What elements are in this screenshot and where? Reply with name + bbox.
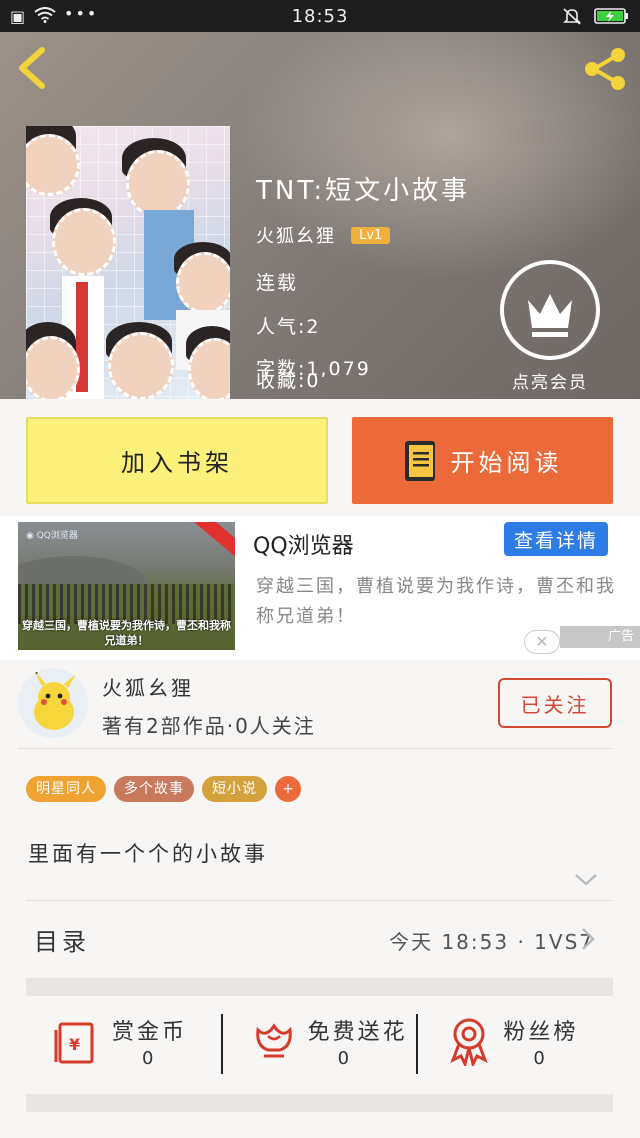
tag-item[interactable]: 短小说 bbox=[202, 776, 267, 802]
share-button[interactable] bbox=[580, 44, 630, 94]
book-status: 连载 bbox=[256, 272, 299, 294]
divider bbox=[416, 1014, 418, 1074]
ad-title: QQ浏览器 bbox=[253, 534, 354, 559]
book-icon bbox=[404, 440, 435, 481]
ad-close-button[interactable]: ✕ bbox=[524, 630, 560, 654]
red-envelope-icon: ¥ bbox=[54, 1022, 94, 1064]
toc-latest-chapter: 今天 18:53 · 1VS7 bbox=[389, 930, 594, 954]
ad-details-button[interactable]: 查看详情 bbox=[504, 522, 608, 556]
book-favorites: 收藏:0 bbox=[256, 370, 321, 392]
medal-icon bbox=[450, 1018, 489, 1066]
reward-count: 0 bbox=[142, 1048, 154, 1069]
reward-label: 赏金币 bbox=[112, 1020, 188, 1045]
back-button[interactable] bbox=[14, 46, 54, 90]
chevron-right-icon bbox=[582, 928, 595, 950]
book-cover[interactable] bbox=[26, 126, 230, 399]
add-to-shelf-button[interactable]: 加入书架 bbox=[26, 417, 328, 504]
ad-image[interactable]: ◉ QQ浏览器 穿越三国，曹植说要为我作诗，曹丕和我称兄道弟！ bbox=[18, 522, 235, 650]
start-reading-label: 开始阅读 bbox=[450, 449, 563, 477]
book-title: TNT:短文小故事 bbox=[256, 176, 471, 206]
author-stats: 著有2部作品·0人关注 bbox=[102, 714, 316, 738]
fan-ranking-button[interactable]: 粉丝榜 0 bbox=[417, 998, 613, 1090]
tag-item[interactable]: 明星同人 bbox=[26, 776, 106, 802]
ad-image-caption: 穿越三国，曹植说要为我作诗，曹丕和我称兄道弟！ bbox=[22, 619, 231, 647]
status-bar: ▣ ••• 18:53 bbox=[0, 0, 640, 32]
expand-summary-button[interactable] bbox=[574, 872, 598, 891]
follow-button[interactable]: 已关注 bbox=[498, 678, 612, 728]
mute-bell-icon bbox=[562, 7, 582, 29]
book-author-row[interactable]: 火狐幺狸 Lv1 bbox=[256, 222, 391, 248]
status-time: 18:53 bbox=[291, 6, 349, 27]
svg-text:¥: ¥ bbox=[69, 1035, 80, 1054]
add-tag-button[interactable]: + bbox=[275, 776, 301, 802]
reward-coins-button[interactable]: ¥ 赏金币 0 bbox=[26, 998, 222, 1090]
battery-icon bbox=[594, 7, 630, 29]
ad-logo: ◉ QQ浏览器 bbox=[26, 531, 78, 541]
book-popularity: 人气:2 bbox=[256, 316, 321, 338]
send-flower-button[interactable]: 免费送花 0 bbox=[222, 998, 418, 1090]
author-name: 火狐幺狸 bbox=[102, 676, 194, 700]
level-badge: Lv1 bbox=[351, 226, 391, 244]
section-separator bbox=[26, 1094, 613, 1112]
book-author: 火狐幺狸 bbox=[256, 226, 336, 247]
divider bbox=[26, 900, 613, 901]
crown-icon bbox=[528, 294, 572, 337]
tag-list: 明星同人 多个故事 短小说 + bbox=[26, 776, 301, 802]
reward-count: 0 bbox=[533, 1048, 545, 1069]
vip-label: 点亮会员 bbox=[512, 373, 588, 393]
flower-icon bbox=[255, 1023, 292, 1058]
share-icon bbox=[585, 48, 625, 90]
chevron-down-icon bbox=[575, 874, 597, 886]
book-header: TNT:短文小故事 火狐幺狸 Lv1 连载 人气:2 字数:1,079 点亮会员 bbox=[0, 32, 640, 399]
book-summary: 里面有一个个的小故事 bbox=[28, 842, 268, 866]
pikachu-avatar-icon bbox=[34, 670, 76, 730]
add-to-shelf-label: 加入书架 bbox=[121, 449, 233, 477]
section-separator bbox=[26, 978, 613, 996]
back-arrow-icon bbox=[19, 47, 45, 89]
toc-label: 目录 bbox=[34, 928, 90, 956]
rewards-bar: ¥ 赏金币 0 免费送花 0 粉丝榜 0 bbox=[26, 998, 613, 1090]
ad-banner[interactable]: ◉ QQ浏览器 穿越三国，曹植说要为我作诗，曹丕和我称兄道弟！ QQ浏览器 查看… bbox=[0, 516, 640, 660]
reward-count: 0 bbox=[337, 1048, 350, 1069]
table-of-contents-row[interactable]: 目录 今天 18:53 · 1VS7 bbox=[0, 902, 640, 976]
tag-item[interactable]: 多个故事 bbox=[114, 776, 194, 802]
reward-label: 粉丝榜 bbox=[503, 1020, 579, 1045]
ad-tag: 广告 bbox=[560, 626, 640, 648]
start-reading-button[interactable]: 开始阅读 bbox=[352, 417, 613, 504]
divider bbox=[221, 1014, 223, 1074]
vip-button[interactable] bbox=[500, 260, 600, 360]
reward-label: 免费送花 bbox=[307, 1020, 408, 1045]
author-card[interactable]: 火狐幺狸 著有2部作品·0人关注 已关注 bbox=[0, 660, 640, 748]
avatar[interactable] bbox=[18, 668, 88, 738]
ad-description: 穿越三国，曹植说要为我作诗，曹丕和我称兄道弟！ bbox=[256, 576, 616, 627]
divider bbox=[18, 748, 613, 749]
